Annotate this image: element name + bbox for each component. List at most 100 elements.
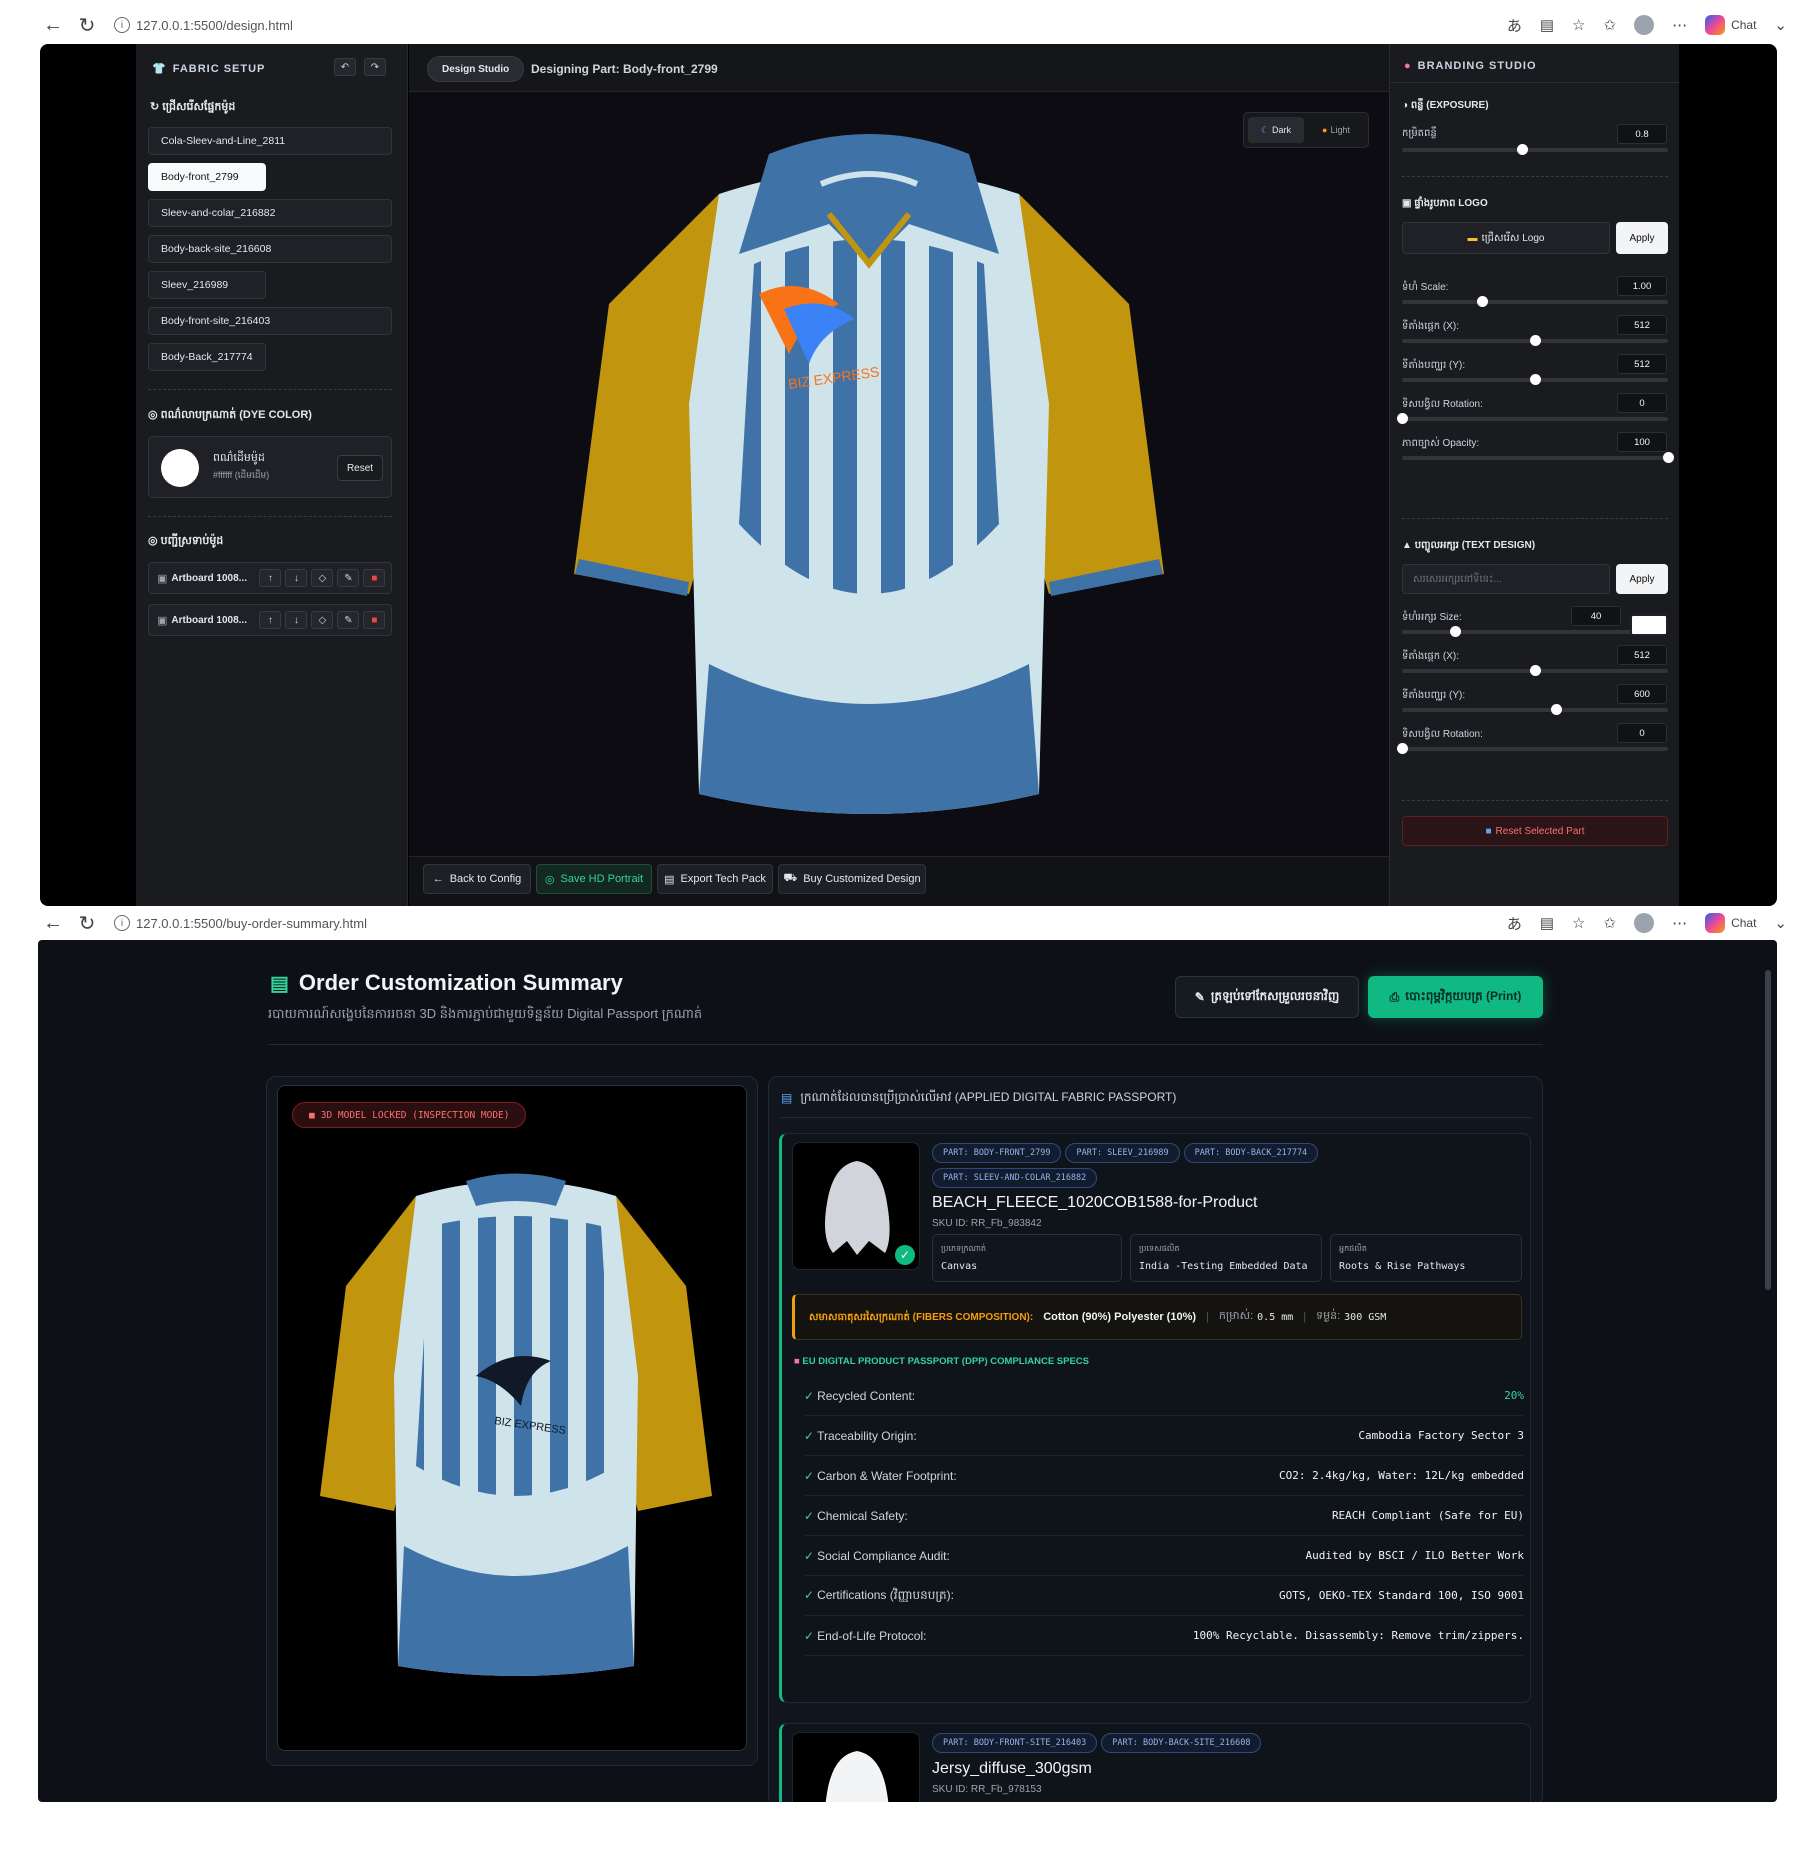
reader-icon[interactable]: ▤	[1540, 16, 1554, 34]
chat-button[interactable]: Chat	[1705, 15, 1756, 35]
lock-icon: ■	[309, 1109, 315, 1121]
address-bar[interactable]: i 127.0.0.1:5500/buy-order-summary.html	[106, 910, 1506, 936]
dark-theme-button[interactable]: ☾ Dark	[1248, 117, 1304, 143]
slider-value-input[interactable]: 1.00	[1617, 276, 1667, 296]
part-button-active[interactable]: Body-front_2799	[148, 163, 266, 191]
slider-value-input[interactable]: 40	[1571, 606, 1621, 626]
part-button[interactable]: Body-front-site_216403	[148, 307, 392, 335]
slider-track[interactable]	[1397, 743, 1668, 754]
delete-icon[interactable]: ■	[363, 569, 386, 587]
text-apply-button[interactable]: Apply	[1616, 564, 1668, 594]
slider-track[interactable]	[1402, 335, 1668, 346]
slider-value-input[interactable]: 600	[1617, 684, 1667, 704]
reset-selected-part-button[interactable]: ■ Reset Selected Part	[1402, 816, 1668, 846]
part-button[interactable]: Body-back-site_216608	[148, 235, 392, 263]
part-button[interactable]: Sleev_216989	[148, 271, 266, 299]
slider-thumb[interactable]	[1530, 335, 1541, 346]
slider-thumb[interactable]	[1530, 665, 1541, 676]
slider-track[interactable]	[1402, 665, 1668, 676]
slider-thumb[interactable]	[1551, 704, 1563, 715]
slider-value-input[interactable]: 0	[1617, 723, 1667, 743]
inspection-viewport[interactable]: ■ 3D MODEL LOCKED (INSPECTION MODE) BIZ E…	[277, 1085, 747, 1751]
chevron-down-icon[interactable]: ⌄	[1774, 914, 1787, 932]
move-down-button[interactable]: ↓	[285, 611, 308, 629]
print-button[interactable]: ⎙ បោះពុម្ពវិក្កយបត្រ (Print)	[1368, 976, 1543, 1018]
slider-thumb[interactable]	[1530, 374, 1541, 385]
more-icon[interactable]: ⋯	[1672, 16, 1687, 34]
move-up-button[interactable]: ↑	[259, 611, 282, 629]
light-theme-button[interactable]: ● Light	[1308, 117, 1364, 143]
part-button[interactable]: Body-Back_217774	[148, 343, 266, 371]
favorites-icon[interactable]: ✩	[1603, 16, 1616, 34]
slider-track[interactable]	[1402, 452, 1674, 463]
slider-value-input[interactable]: 512	[1617, 354, 1667, 374]
slider-value-input[interactable]: 0	[1617, 393, 1667, 413]
slider-track[interactable]	[1402, 704, 1668, 715]
favorites-icon[interactable]: ✩	[1603, 914, 1616, 932]
back-to-config-button[interactable]: ← Back to Config	[423, 864, 531, 894]
star-icon[interactable]: ☆	[1572, 16, 1585, 34]
reload-icon[interactable]: ↻	[74, 910, 100, 936]
intensity-slider[interactable]	[1402, 144, 1668, 155]
artboard-row[interactable]: ▣ Artboard 1008... ↑ ↓ ◇ ✎ ■	[148, 604, 392, 636]
slider-thumb[interactable]	[1476, 296, 1488, 307]
edit-icon: ✎	[1194, 990, 1205, 1004]
design-studio-tab[interactable]: Design Studio	[427, 56, 525, 82]
dye-reset-button[interactable]: Reset	[337, 455, 383, 481]
save-hd-portrait-button[interactable]: ◎ Save HD Portrait	[536, 864, 652, 894]
edit-icon[interactable]: ✎	[337, 611, 360, 629]
profile-avatar[interactable]	[1634, 15, 1655, 35]
edit-icon[interactable]: ✎	[337, 569, 360, 587]
logo-apply-button[interactable]: Apply	[1616, 222, 1668, 254]
slider-track[interactable]	[1402, 626, 1668, 637]
back-arrow-icon[interactable]: ←	[40, 12, 66, 38]
reload-icon[interactable]: ↻	[74, 12, 100, 38]
slider-thumb[interactable]	[1397, 743, 1408, 754]
scrollbar[interactable]	[1765, 970, 1771, 1290]
move-down-button[interactable]: ↓	[285, 569, 308, 587]
move-up-button[interactable]: ↑	[259, 569, 282, 587]
slider-thumb[interactable]	[1663, 452, 1674, 463]
text-color-picker[interactable]	[1630, 614, 1668, 636]
color-swatch[interactable]	[161, 449, 199, 487]
export-tech-pack-button[interactable]: ▤ Export Tech Pack	[657, 864, 773, 894]
tag-icon[interactable]: ◇	[311, 569, 334, 587]
tag-icon[interactable]: ◇	[311, 611, 334, 629]
info-icon[interactable]: i	[114, 915, 130, 931]
slider-value-input[interactable]: 100	[1617, 432, 1667, 452]
reader-icon[interactable]: ▤	[1540, 914, 1554, 932]
text-input[interactable]: សរសេរអក្សរនៅទីនេះ...	[1402, 564, 1610, 594]
slider-thumb[interactable]	[1397, 413, 1408, 424]
slider-thumb[interactable]	[1450, 626, 1462, 637]
back-arrow-icon[interactable]: ←	[40, 910, 66, 936]
back-to-edit-button[interactable]: ✎ ត្រឡប់ទៅកែសម្រួលរចនាវិញ	[1175, 976, 1359, 1018]
slider-track[interactable]	[1397, 413, 1668, 424]
info-icon[interactable]: i	[114, 17, 130, 33]
star-icon[interactable]: ☆	[1572, 914, 1585, 932]
delete-icon[interactable]: ■	[363, 611, 386, 629]
slider-value-input[interactable]: 512	[1617, 315, 1667, 335]
chevron-down-icon[interactable]: ⌄	[1774, 16, 1787, 34]
slider-thumb[interactable]	[1516, 144, 1528, 155]
artboard-row[interactable]: ▣ Artboard 1008... ↑ ↓ ◇ ✎ ■	[148, 562, 392, 594]
choose-logo-button[interactable]: ▬ ជ្រើសរើស Logo	[1402, 222, 1610, 254]
intensity-value[interactable]: 0.8	[1617, 124, 1667, 144]
slider-value-input[interactable]: 512	[1617, 645, 1667, 665]
shirt-front-render[interactable]: BIZ EXPRESS	[569, 104, 1169, 824]
slider-track[interactable]	[1402, 296, 1668, 307]
slider-track[interactable]	[1402, 374, 1668, 385]
chat-button[interactable]: Chat	[1705, 913, 1756, 933]
fabric-name: BEACH_FLEECE_1020COB1588-for-Product	[932, 1194, 1258, 1211]
translate-icon[interactable]: あ	[1507, 15, 1522, 36]
profile-avatar[interactable]	[1634, 913, 1655, 933]
translate-icon[interactable]: あ	[1507, 913, 1522, 934]
redo-button[interactable]: ↷	[364, 58, 386, 76]
more-icon[interactable]: ⋯	[1672, 914, 1687, 932]
dpp-row: ✓ Certifications (វិញ្ញាបនបត្រ): GOTS, OEK…	[804, 1576, 1524, 1616]
undo-button[interactable]: ↶	[334, 58, 356, 76]
part-button[interactable]: Cola-Sleev-and-Line_2811	[148, 127, 392, 155]
fabric-part-tags: PART: BODY-FRONT-SITE_216403 PART: BODY-B…	[932, 1732, 1492, 1757]
buy-customized-design-button[interactable]: ⛟ Buy Customized Design	[778, 864, 926, 894]
part-button[interactable]: Sleev-and-colar_216882	[148, 199, 392, 227]
address-bar[interactable]: i 127.0.0.1:5500/design.html	[106, 10, 1506, 40]
